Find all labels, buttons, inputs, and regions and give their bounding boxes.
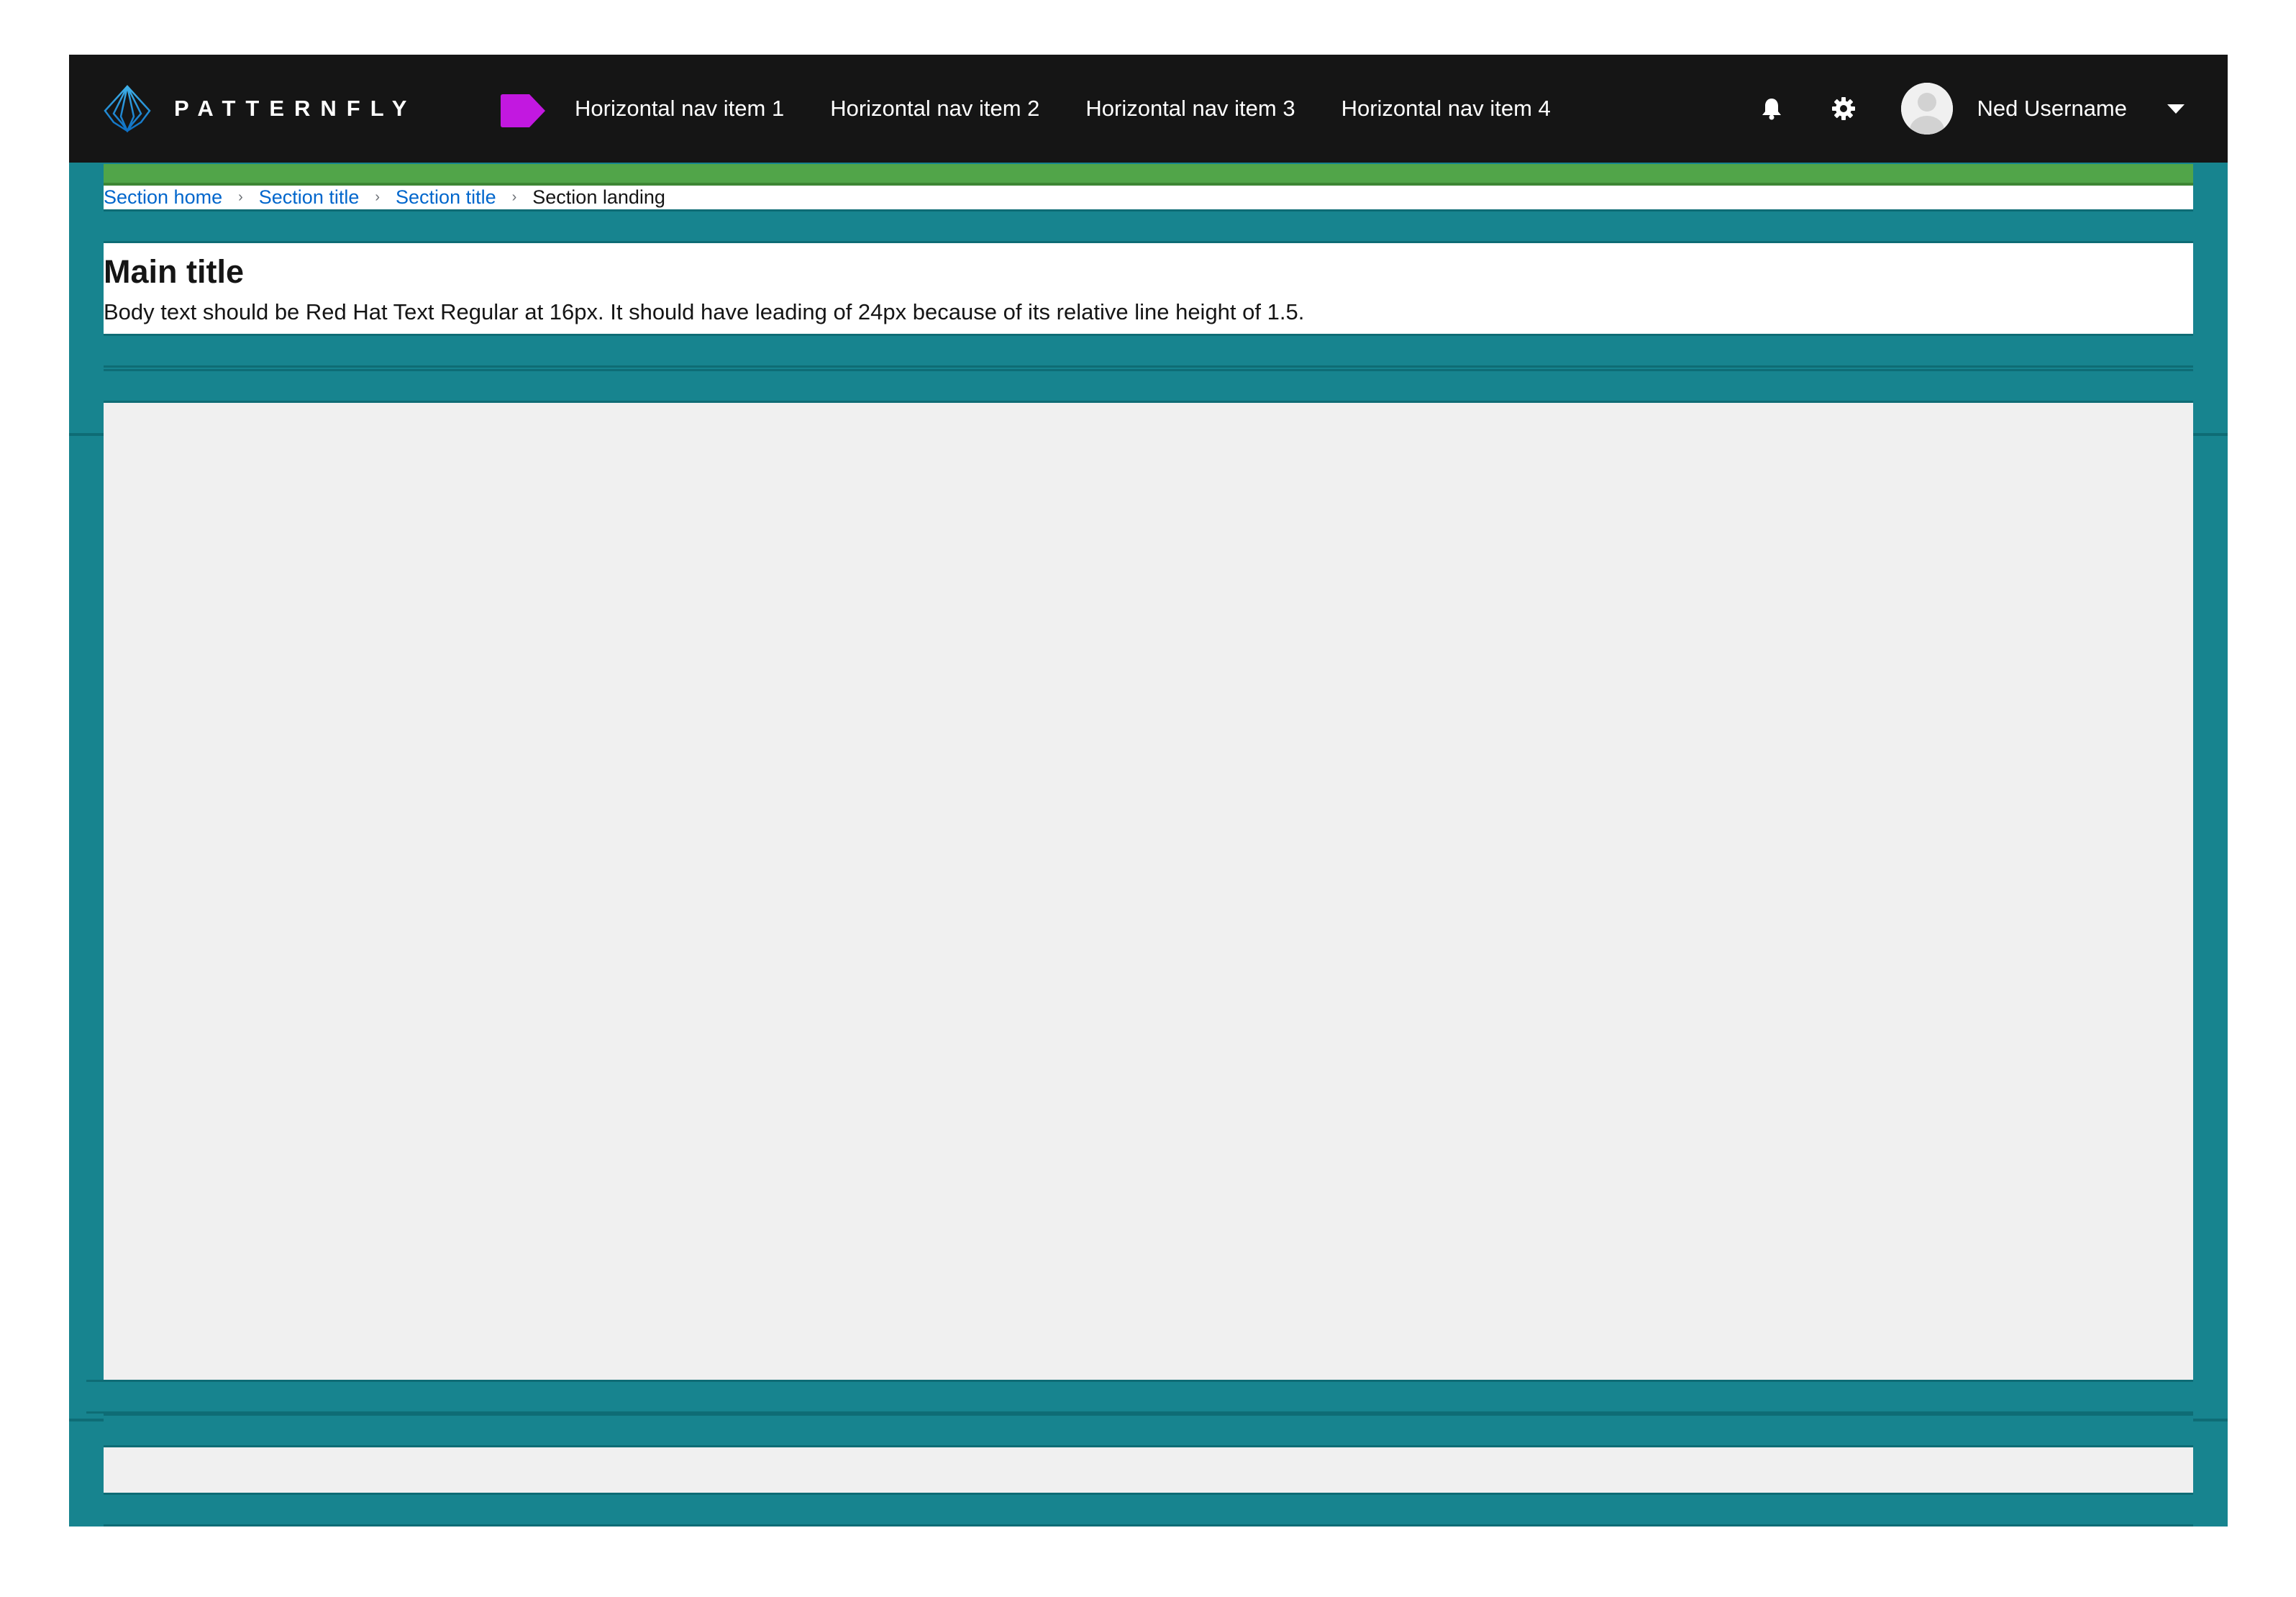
notifications-button[interactable] [1757,94,1786,123]
layout-spacer [104,209,2193,243]
brand-mark-icon [501,94,545,131]
masthead: PATTERNFLY Horizontal nav item 1 Horizon… [69,55,2228,163]
gear-icon [1831,97,1855,120]
page-description: Body text should be Red Hat Text Regular… [104,299,1305,324]
layout-spacer [104,1414,2193,1447]
layout-spacer [104,1493,2193,1527]
bell-icon [1762,99,1781,120]
nav-item-2[interactable]: Horizontal nav item 2 [830,96,1039,122]
brand-logo[interactable]: PATTERNFLY [102,85,417,132]
layout-spacer [104,369,2193,403]
chevron-right-icon: › [238,189,243,205]
layout-spacer [104,334,2193,368]
gutter-divider [2193,433,2228,436]
chevron-right-icon: › [375,189,381,205]
nav-item-1[interactable]: Horizontal nav item 1 [575,96,784,122]
gutter-divider [2193,1419,2228,1421]
main-content-area [104,403,2193,1380]
settings-button[interactable] [1829,94,1858,123]
patternfly-logo-icon [104,85,151,132]
gutter-divider [69,1419,104,1421]
caret-down-icon[interactable] [2167,104,2185,114]
footer-content-area [104,1447,2193,1493]
breadcrumb-item-section-title[interactable]: Section title [259,186,360,209]
page-header-section: Main title Body text should be Red Hat T… [104,243,2193,334]
user-avatar-icon [1900,83,1953,135]
breadcrumb-item-section-title-2[interactable]: Section title [396,186,496,209]
nav-item-3[interactable]: Horizontal nav item 3 [1085,96,1295,122]
user-name[interactable]: Ned Username [1977,96,2127,122]
breadcrumb-section: Section home › Section title › Section t… [104,186,2193,209]
logo-text: PATTERNFLY [174,96,417,121]
chevron-right-icon: › [511,189,517,205]
layout-spacer [86,1380,2193,1414]
breadcrumb-item-section-home[interactable]: Section home [104,186,222,209]
breadcrumb-item-current: Section landing [532,186,665,208]
breadcrumb: Section home › Section title › Section t… [104,186,2193,209]
header-tools: Ned Username [1757,55,2228,163]
nav-item-4[interactable]: Horizontal nav item 4 [1341,96,1551,122]
page-title: Main title [104,253,245,290]
status-bar [104,164,2193,186]
horizontal-nav: Horizontal nav item 1 Horizontal nav ite… [575,55,1597,163]
avatar[interactable] [1900,83,1953,135]
page-frame: PATTERNFLY Horizontal nav item 1 Horizon… [69,55,2228,1527]
gutter-divider [69,433,104,436]
